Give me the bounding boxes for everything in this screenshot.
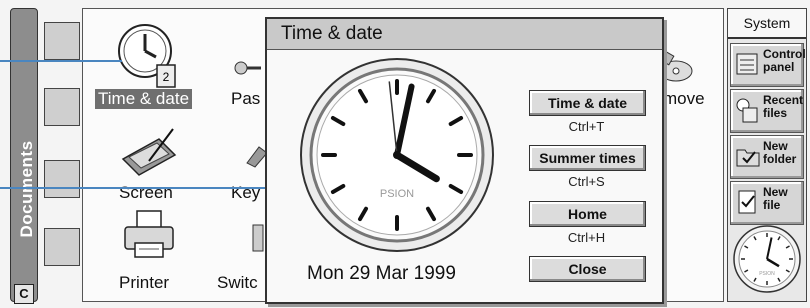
clock-calendar-icon[interactable]: 2: [115, 15, 181, 91]
key-icon[interactable]: [233, 57, 263, 79]
date-display: Mon 29 Mar 1999: [307, 263, 456, 284]
cp-item-remove[interactable]: move: [663, 89, 705, 109]
cp-item-printer[interactable]: Printer: [119, 273, 169, 293]
new-file-button[interactable]: New file: [730, 181, 804, 225]
folder-icon: [44, 160, 80, 198]
new-folder-button[interactable]: New folder: [730, 135, 804, 179]
documents-tab-label: Documents: [17, 140, 36, 238]
folder-icon: [44, 88, 80, 126]
mini-clock-brand: PSION: [759, 271, 775, 277]
analog-clock: PSION: [300, 58, 494, 252]
switch-icon[interactable]: [251, 223, 265, 253]
control-panel-label: Control panel: [763, 47, 806, 74]
cp-item-password[interactable]: Pas: [231, 89, 260, 109]
folder-icon: [44, 228, 80, 266]
control-panel-icon: [736, 53, 758, 75]
cp-item-keyboard[interactable]: Key: [231, 183, 260, 203]
new-folder-icon: [736, 149, 760, 167]
dialog-title: Time & date: [281, 23, 383, 44]
documents-tab[interactable]: Documents: [10, 8, 38, 302]
home-button[interactable]: Home: [529, 201, 646, 227]
summer-times-shortcut: Ctrl+S: [568, 174, 605, 189]
c-key-button[interactable]: C: [14, 284, 34, 304]
new-file-label: New file: [763, 185, 788, 212]
callout-line: [0, 60, 122, 62]
time-date-dialog: Time & date PSION Mon 29 Mar 1999 Time &…: [265, 17, 664, 304]
home-shortcut: Ctrl+H: [567, 230, 606, 245]
mini-clock[interactable]: PSION: [732, 222, 802, 296]
svg-text:2: 2: [163, 70, 170, 84]
clock-brand: PSION: [380, 188, 414, 200]
folder-icon: [44, 22, 80, 60]
control-panel-button[interactable]: Control panel: [730, 43, 806, 87]
psion-screen: Documents C 2 Time & date Pas move Scree…: [0, 0, 810, 308]
dialog-title-bar: Time & date: [267, 19, 662, 50]
time-date-button[interactable]: Time & date: [529, 90, 646, 116]
cp-item-screen[interactable]: Screen: [119, 183, 173, 203]
cp-item-switch[interactable]: Switc: [217, 273, 258, 293]
toolbar-title: System: [728, 9, 806, 39]
new-file-icon: [738, 190, 756, 214]
summer-times-button[interactable]: Summer times: [529, 145, 646, 171]
time-date-shortcut: Ctrl+T: [568, 119, 605, 134]
close-button[interactable]: Close: [529, 256, 646, 282]
recent-files-label: Recent files: [763, 93, 804, 120]
recent-files-button[interactable]: Recent files: [730, 89, 804, 133]
screen-icon[interactable]: [119, 121, 183, 177]
cp-item-time-date[interactable]: Time & date: [95, 89, 193, 109]
new-folder-label: New folder: [763, 139, 797, 166]
callout-line: [0, 187, 278, 189]
recent-files-icon: [736, 98, 758, 123]
printer-icon[interactable]: [121, 209, 177, 261]
